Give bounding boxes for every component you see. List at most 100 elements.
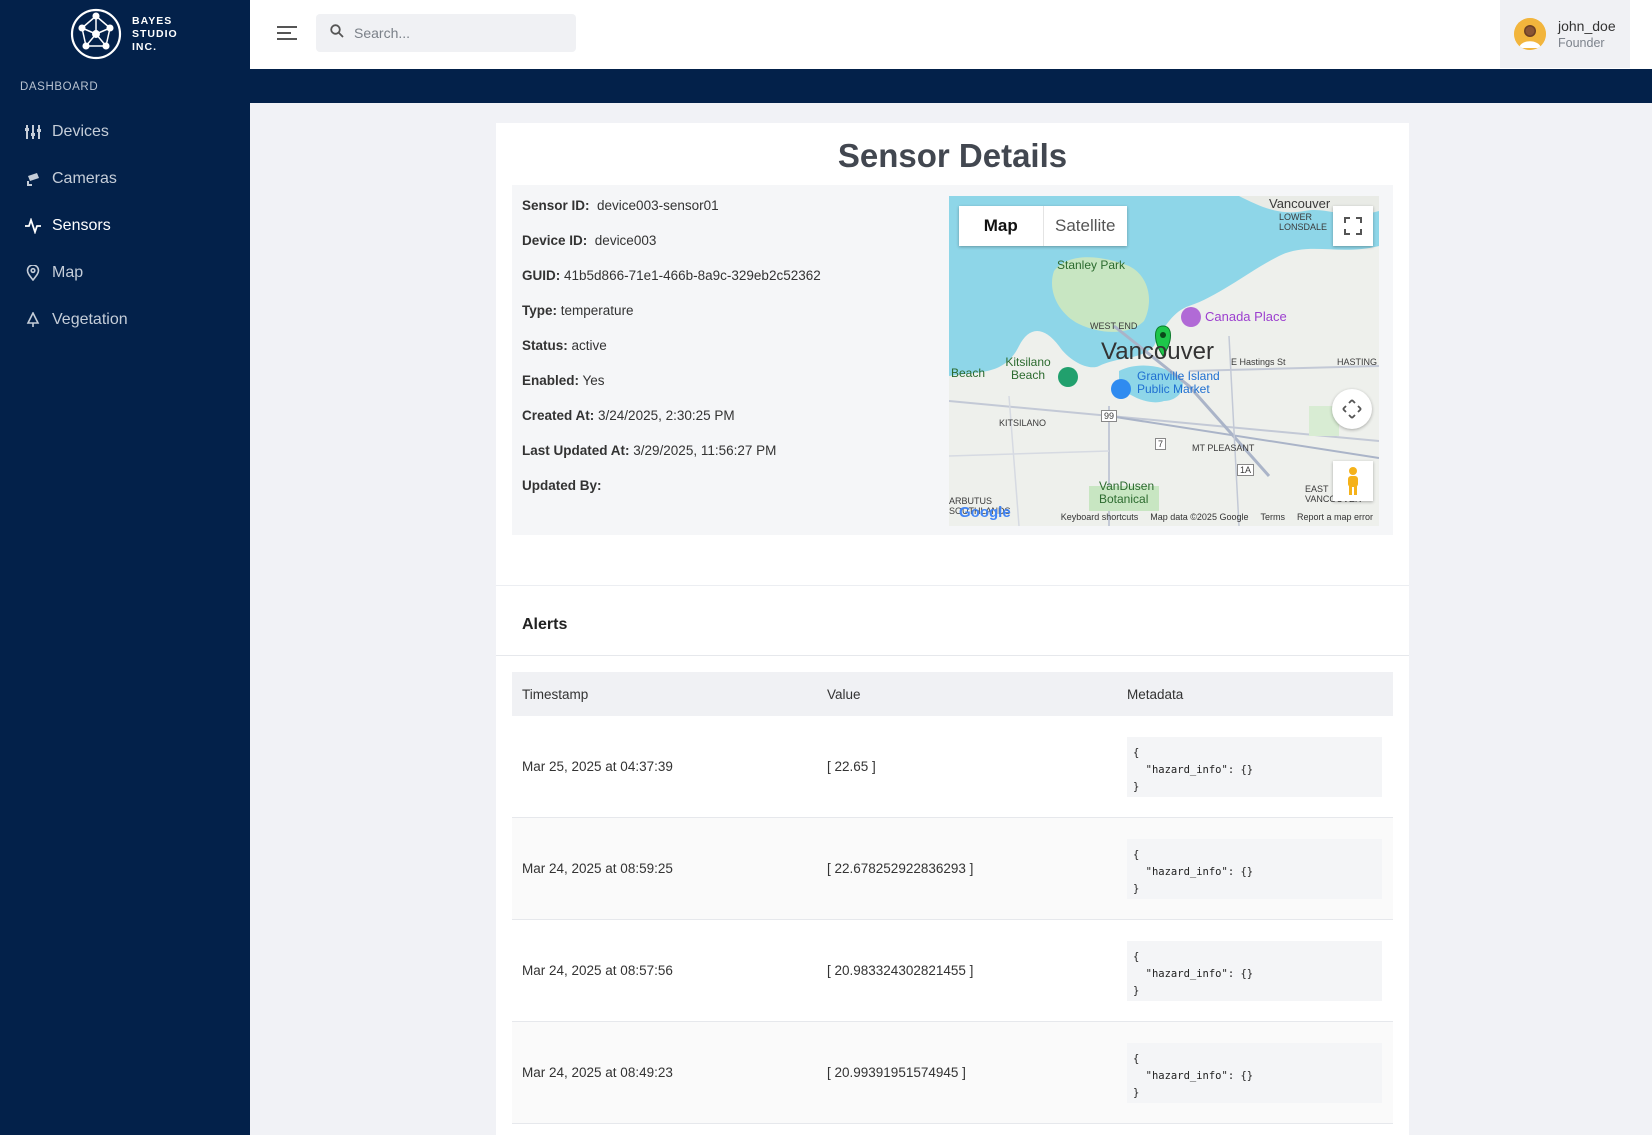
sensor-details-card: Sensor Details Sensor ID: device003-sens…	[496, 123, 1409, 1135]
map-label-west-end: WEST END	[1090, 321, 1138, 331]
sidebar-item-label: Sensors	[52, 216, 111, 234]
menu-toggle-icon[interactable]	[277, 24, 299, 42]
map-data-attribution: Map data ©2025 Google	[1150, 512, 1249, 522]
field-value: 3/24/2025, 2:30:25 PM	[598, 408, 735, 423]
field-value: device003-sensor01	[597, 198, 719, 213]
logo-line-3: INC.	[132, 40, 157, 53]
sidebar-item-map[interactable]: Map	[0, 249, 250, 296]
table-header: Timestamp Value Metadata	[512, 672, 1393, 716]
map-label-beach: Beach	[951, 366, 986, 380]
field-value: Yes	[582, 373, 605, 388]
field-label: Created At:	[522, 408, 595, 423]
map-label-hastings-st: E Hastings St	[1231, 357, 1286, 367]
field-label: Sensor ID:	[522, 198, 590, 213]
divider	[496, 585, 1409, 586]
sidebar-item-devices[interactable]: Devices	[0, 108, 250, 155]
map-type-satellite-button[interactable]: Satellite	[1044, 206, 1128, 246]
sidebar-item-label: Cameras	[52, 169, 117, 187]
map-pin-icon	[24, 264, 42, 282]
company-logo[interactable]: BAYES STUDIO INC.	[70, 8, 178, 60]
column-header-timestamp[interactable]: Timestamp	[512, 687, 817, 702]
field-value: temperature	[560, 303, 634, 318]
map-type-toggle: Map Satellite	[959, 206, 1127, 246]
field-label: Device ID:	[522, 233, 588, 248]
map-label-lower-lonsdale: LOWER LONSDALE	[1279, 212, 1328, 232]
sidebar-item-vegetation[interactable]: Vegetation	[0, 296, 250, 343]
table-body: Mar 25, 2025 at 04:37:39 [ 22.65 ] { "ha…	[512, 716, 1393, 1124]
field-created-at: Created At: 3/24/2025, 2:30:25 PM	[522, 408, 735, 423]
cell-timestamp: Mar 24, 2025 at 08:59:25	[522, 861, 673, 876]
report-map-error-link[interactable]: Report a map error	[1297, 512, 1373, 522]
terms-link[interactable]: Terms	[1260, 512, 1285, 522]
camera-icon	[24, 170, 42, 188]
field-label: Last Updated At:	[522, 443, 630, 458]
network-logo-icon	[70, 8, 122, 60]
table-row[interactable]: Mar 24, 2025 at 08:59:25 [ 22.6782529228…	[512, 818, 1393, 920]
map-route-7: 7	[1155, 438, 1167, 450]
column-header-metadata[interactable]: Metadata	[1117, 687, 1393, 702]
metadata-json: { "hazard_info": {} }	[1127, 1042, 1382, 1103]
pegman-icon	[1348, 467, 1358, 495]
cell-value: [ 20.99391951574945 ]	[827, 1065, 966, 1080]
street-view-button[interactable]	[1333, 461, 1373, 501]
field-status: Status: active	[522, 338, 607, 353]
map-label-hastings: HASTING	[1337, 357, 1378, 367]
map-label-granville-market: Granville Island Public Market	[1137, 369, 1220, 396]
map-label-vancouver: Vancouver	[1101, 338, 1214, 365]
sidebar-item-cameras[interactable]: Cameras	[0, 155, 250, 202]
section-label-dashboard: DASHBOARD	[20, 81, 99, 93]
field-value: 3/29/2025, 11:56:27 PM	[633, 443, 777, 458]
cell-metadata: { "hazard_info": {} }	[1117, 940, 1393, 1001]
user-meta: john_doe Founder	[1558, 18, 1616, 50]
map-label-mt-pleasant: MT PLEASANT	[1192, 443, 1255, 453]
user-role: Founder	[1558, 36, 1605, 50]
table-row[interactable]: Mar 24, 2025 at 08:57:56 [ 20.9833243028…	[512, 920, 1393, 1022]
map-footer: Keyboard shortcuts Map data ©2025 Google…	[949, 508, 1379, 526]
sensor-details-panel: Sensor ID: device003-sensor01 Device ID:…	[512, 185, 1393, 535]
pan-arrows-icon	[1342, 399, 1362, 419]
page-title: Sensor Details	[837, 137, 1068, 174]
avatar	[1514, 18, 1546, 50]
map-label-vandusen: VanDusen Botanical	[1099, 479, 1155, 506]
sidebar-item-sensors[interactable]: Sensors	[0, 202, 250, 249]
field-sensor-id: Sensor ID: device003-sensor01	[522, 198, 719, 213]
field-enabled: Enabled: Yes	[522, 373, 605, 388]
field-guid: GUID: 41b5d866-71e1-466b-8a9c-329eb2c523…	[522, 268, 821, 283]
map-route-1a: 1A	[1237, 464, 1255, 476]
field-label: Updated By:	[522, 478, 602, 493]
map-type-map-button[interactable]: Map	[959, 206, 1044, 246]
map-label-vancouver-north: Vancouver	[1269, 196, 1331, 211]
cell-value: [ 20.983324302821455 ]	[827, 963, 974, 978]
sidebar-item-label: Vegetation	[52, 310, 128, 328]
map-route-99: 99	[1101, 410, 1118, 422]
cell-timestamp: Mar 25, 2025 at 04:37:39	[522, 759, 673, 774]
field-label: Enabled:	[522, 373, 580, 388]
column-header-value[interactable]: Value	[817, 687, 1117, 702]
user-menu[interactable]: john_doe Founder	[1500, 0, 1630, 68]
sensor-location-map[interactable]: Vancouver LOWER LONSDALE Stanley Park Ca…	[949, 196, 1379, 526]
map-label-kitsilano: KITSILANO	[999, 418, 1047, 428]
fullscreen-button[interactable]	[1333, 206, 1373, 246]
search-box	[316, 14, 576, 52]
alerts-table: Timestamp Value Metadata Mar 25, 2025 at…	[512, 672, 1393, 1124]
camera-control-button[interactable]	[1332, 389, 1372, 429]
fullscreen-icon	[1344, 217, 1362, 235]
search-input[interactable]	[354, 25, 554, 41]
top-header: john_doe Founder	[250, 0, 1652, 69]
sliders-icon	[24, 123, 42, 141]
field-device-id: Device ID: device003	[522, 233, 656, 248]
cell-value: [ 22.678252922836293 ]	[827, 861, 974, 876]
logo-text: BAYES STUDIO INC.	[132, 15, 178, 54]
sidebar: BAYES STUDIO INC. DASHBOARD Devices Came…	[0, 0, 250, 1135]
cell-metadata: { "hazard_info": {} }	[1117, 838, 1393, 899]
user-name: john_doe	[1558, 18, 1616, 34]
table-row[interactable]: Mar 24, 2025 at 08:49:23 [ 20.9939195157…	[512, 1022, 1393, 1124]
table-row[interactable]: Mar 25, 2025 at 04:37:39 [ 22.65 ] { "ha…	[512, 716, 1393, 818]
search-icon	[330, 23, 344, 43]
sensor-icon	[24, 217, 42, 235]
tree-icon	[24, 311, 42, 329]
map-label-canada-place: Canada Place	[1205, 309, 1287, 324]
metadata-json: { "hazard_info": {} }	[1127, 736, 1382, 797]
keyboard-shortcuts-link[interactable]: Keyboard shortcuts	[1061, 512, 1139, 522]
cell-value: [ 22.65 ]	[827, 759, 876, 774]
